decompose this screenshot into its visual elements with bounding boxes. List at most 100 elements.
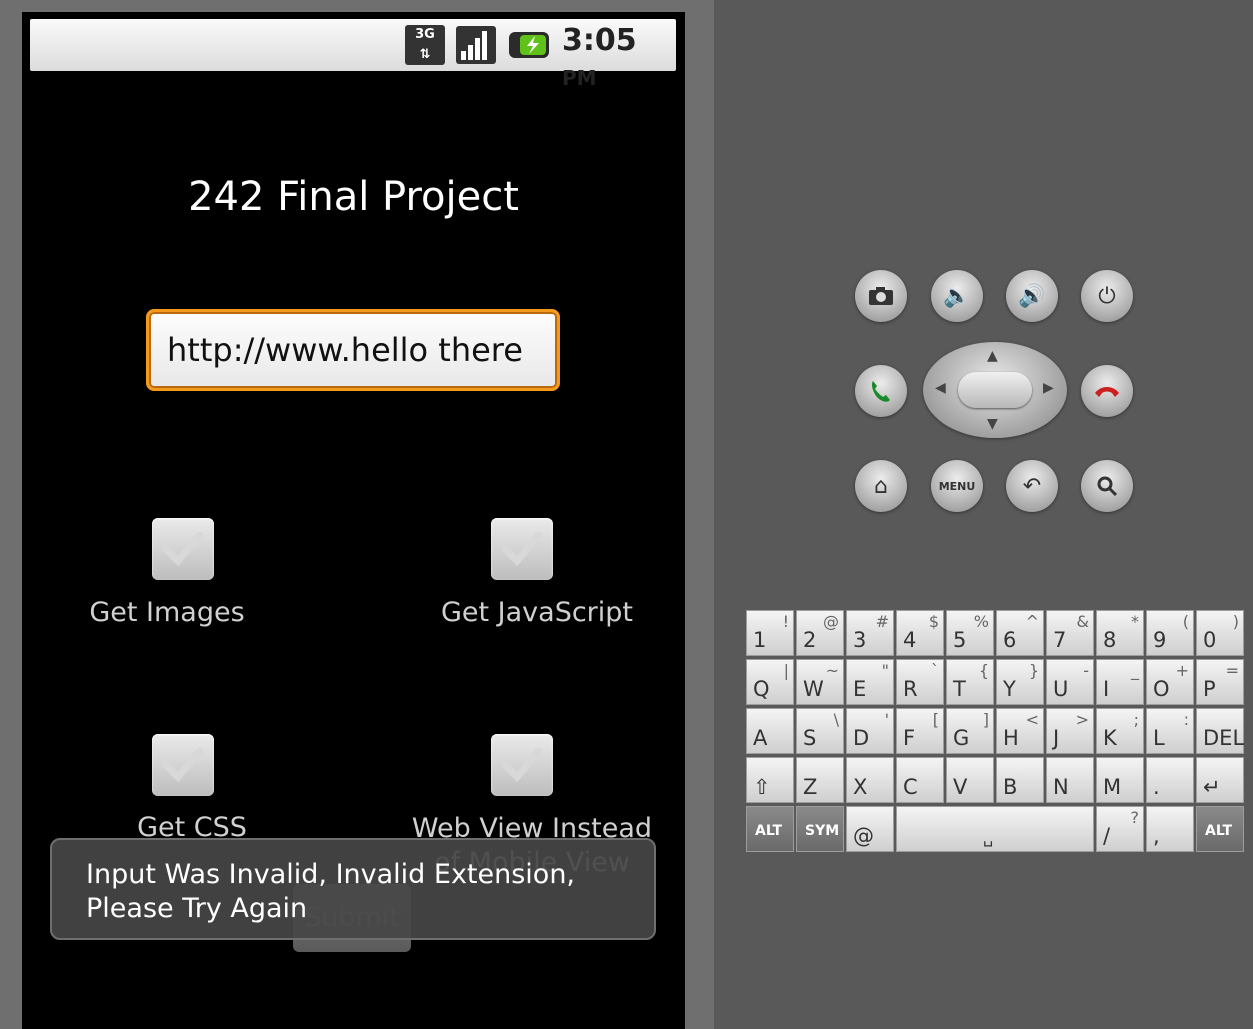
key-label: 9 bbox=[1153, 628, 1167, 652]
back-button[interactable]: ↶ bbox=[1006, 460, 1058, 512]
phone-call-icon bbox=[871, 381, 890, 402]
dpad[interactable]: ▲ ▼ ◀ ▶ bbox=[923, 342, 1067, 438]
search-button[interactable] bbox=[1081, 460, 1133, 512]
key-1-2[interactable]: E " bbox=[846, 659, 894, 705]
key-alt-label: & bbox=[1076, 612, 1089, 631]
get-images-checkbox[interactable] bbox=[152, 518, 214, 580]
dpad-left-icon[interactable]: ◀ bbox=[935, 380, 946, 396]
key-label: SYM bbox=[805, 823, 840, 839]
key-alt-label: ! bbox=[782, 612, 789, 631]
key-3-2[interactable]: X bbox=[846, 757, 894, 803]
key-0-9[interactable]: 0) bbox=[1196, 610, 1244, 656]
key-alt-label: ' bbox=[884, 710, 889, 729]
key-0-0[interactable]: 1! bbox=[746, 610, 794, 656]
space-bar-key[interactable]: ␣ bbox=[896, 806, 1094, 852]
key-2-3[interactable]: F[ bbox=[896, 708, 944, 754]
key-1-4[interactable]: T{ bbox=[946, 659, 994, 705]
dpad-center-button[interactable] bbox=[958, 372, 1032, 408]
key-4-9[interactable]: ALT bbox=[1196, 806, 1244, 852]
home-button[interactable]: ⌂ bbox=[855, 460, 907, 512]
key-2-7[interactable]: K; bbox=[1096, 708, 1144, 754]
key-alt-label: ~ bbox=[825, 661, 839, 680]
key-2-4[interactable]: G] bbox=[946, 708, 994, 754]
key-0-5[interactable]: 6 ^ bbox=[996, 610, 1044, 656]
key-label: L bbox=[1153, 726, 1165, 750]
key-1-3[interactable]: R ` bbox=[896, 659, 944, 705]
dpad-right-icon[interactable]: ▶ bbox=[1043, 380, 1054, 396]
key-4-1[interactable]: SYM bbox=[796, 806, 844, 852]
key-label: S bbox=[803, 726, 817, 750]
key-1-5[interactable]: Y} bbox=[996, 659, 1044, 705]
key-alt-label: @ bbox=[823, 612, 839, 631]
back-icon: ↶ bbox=[1022, 473, 1042, 499]
dpad-up-icon[interactable]: ▲ bbox=[987, 348, 998, 364]
key-0-8[interactable]: 9( bbox=[1146, 610, 1194, 656]
get-images-label: Get Images bbox=[89, 597, 245, 628]
key-3-5[interactable]: B bbox=[996, 757, 1044, 803]
volume-down-button[interactable]: 🔈 bbox=[931, 270, 983, 322]
key-0-1[interactable]: 2 @ bbox=[796, 610, 844, 656]
key-0-6[interactable]: 7 & bbox=[1046, 610, 1094, 656]
key-0-4[interactable]: 5% bbox=[946, 610, 994, 656]
key-1-1[interactable]: W ~ bbox=[796, 659, 844, 705]
key-label: 3 bbox=[853, 628, 867, 652]
key-alt-label: < bbox=[1025, 710, 1039, 729]
power-button[interactable]: ⏻ bbox=[1081, 270, 1133, 322]
key-label: DEL bbox=[1203, 726, 1245, 750]
key-3-9[interactable]: ↵ bbox=[1196, 757, 1244, 803]
key-1-6[interactable]: U- bbox=[1046, 659, 1094, 705]
call-button[interactable] bbox=[855, 365, 907, 417]
key-3-7[interactable]: M bbox=[1096, 757, 1144, 803]
key-label: Z bbox=[803, 775, 818, 799]
get-css-checkbox[interactable] bbox=[152, 734, 214, 796]
key-label: 7 bbox=[1053, 628, 1067, 652]
key-0-2[interactable]: 3 # bbox=[846, 610, 894, 656]
key-label: G bbox=[953, 726, 970, 750]
key-alt-label: [ bbox=[932, 710, 939, 729]
key-1-9[interactable]: P = bbox=[1196, 659, 1244, 705]
key-4-7[interactable]: /? bbox=[1096, 806, 1144, 852]
key-2-0[interactable]: A bbox=[746, 708, 794, 754]
key-0-3[interactable]: 4 $ bbox=[896, 610, 944, 656]
key-3-6[interactable]: N bbox=[1046, 757, 1094, 803]
key-4-0[interactable]: ALT bbox=[746, 806, 794, 852]
key-3-8[interactable]: . bbox=[1146, 757, 1194, 803]
checkmark-icon bbox=[163, 747, 203, 783]
key-label: K bbox=[1103, 726, 1117, 750]
key-label: X bbox=[853, 775, 868, 799]
key-alt-label: " bbox=[881, 661, 889, 680]
key-2-1[interactable]: S \ bbox=[796, 708, 844, 754]
key-3-4[interactable]: V bbox=[946, 757, 994, 803]
key-label: Y bbox=[1003, 677, 1016, 701]
key-2-6[interactable]: J > bbox=[1046, 708, 1094, 754]
key-alt-label: \ bbox=[833, 710, 839, 729]
key-2-8[interactable]: L: bbox=[1146, 708, 1194, 754]
web-view-checkbox[interactable] bbox=[491, 734, 553, 796]
key-alt-label: - bbox=[1083, 661, 1089, 680]
camera-button[interactable] bbox=[855, 270, 907, 322]
key-label: 2 bbox=[803, 628, 817, 652]
volume-up-button[interactable]: 🔊 bbox=[1006, 270, 1058, 322]
key-4-8[interactable]: , bbox=[1146, 806, 1194, 852]
key-4-2[interactable]: @ bbox=[846, 806, 894, 852]
key-label: O bbox=[1153, 677, 1170, 701]
end-call-button[interactable] bbox=[1081, 365, 1133, 417]
url-input[interactable] bbox=[146, 309, 560, 391]
key-label: 0 bbox=[1203, 628, 1217, 652]
device-screen: 3G⇅ 3:05 PM 242 Final Project Get bbox=[22, 12, 685, 1029]
dpad-down-icon[interactable]: ▼ bbox=[987, 416, 998, 432]
key-3-0[interactable]: ⇧ bbox=[746, 757, 794, 803]
key-3-3[interactable]: C bbox=[896, 757, 944, 803]
key-1-0[interactable]: Q | bbox=[746, 659, 794, 705]
key-1-7[interactable]: I _ bbox=[1096, 659, 1144, 705]
menu-button[interactable]: MENU bbox=[931, 460, 983, 512]
key-label: @ bbox=[853, 824, 874, 848]
get-javascript-checkbox[interactable] bbox=[491, 518, 553, 580]
key-1-8[interactable]: O + bbox=[1146, 659, 1194, 705]
key-2-2[interactable]: D ' bbox=[846, 708, 894, 754]
key-label: P bbox=[1203, 677, 1216, 701]
key-3-1[interactable]: Z bbox=[796, 757, 844, 803]
key-2-5[interactable]: H < bbox=[996, 708, 1044, 754]
key-0-7[interactable]: 8 * bbox=[1096, 610, 1144, 656]
key-2-9[interactable]: DEL bbox=[1196, 708, 1244, 754]
